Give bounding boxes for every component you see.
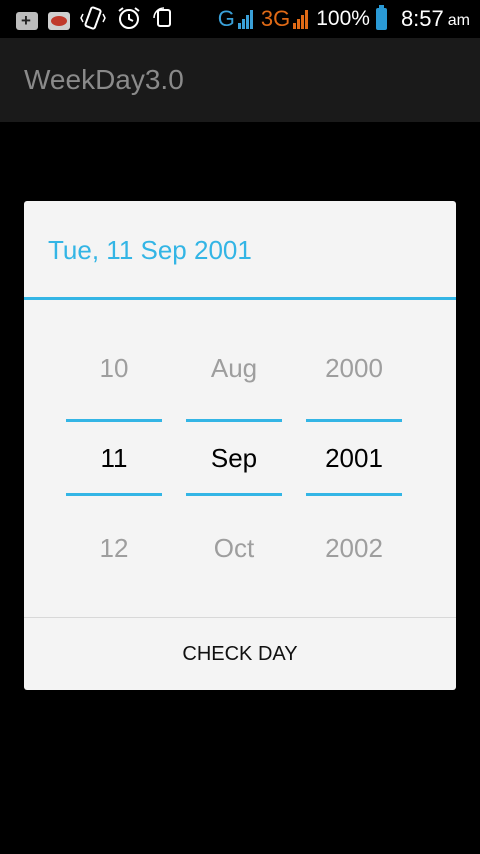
day-next[interactable]: 12 [66,533,162,564]
dialog-header: Tue, 11 Sep 2001 [24,201,456,300]
day-current[interactable]: 11 [66,443,162,474]
signal-icon [292,9,309,29]
status-left-icons: + [16,6,186,35]
network-3g-label: 3G [260,6,291,31]
status-bar: + G 3G 100% 8:57 am [0,0,480,38]
date-picker-dialog: Tue, 11 Sep 2001 10 11 12 Aug Sep Oct 20… [24,201,456,690]
signal-icon [237,9,253,29]
clock-time: 8:57 [400,6,444,31]
month-prev[interactable]: Aug [186,353,282,384]
rotate-icon [152,6,176,35]
notification-plus-icon: + [16,11,38,30]
year-next[interactable]: 2002 [306,533,402,564]
network-2g-label: G [217,6,235,31]
day-selection-top-line [66,419,162,422]
selected-date-title: Tue, 11 Sep 2001 [48,235,252,265]
year-prev[interactable]: 2000 [306,353,402,384]
month-next[interactable]: Oct [186,533,282,564]
clock-ampm: am [447,12,470,29]
month-selection-top-line [186,419,282,422]
year-selection-bottom-line [306,493,402,496]
day-prev[interactable]: 10 [66,353,162,384]
month-selection-bottom-line [186,493,282,496]
year-current[interactable]: 2001 [306,443,402,474]
app-title: WeekDay3.0 [24,64,184,95]
action-bar: WeekDay3.0 [0,38,480,122]
check-day-button[interactable]: CHECK DAY [24,618,456,690]
day-selection-bottom-line [66,493,162,496]
year-selection-top-line [306,419,402,422]
vibrate-icon [80,6,106,35]
status-right-icons: G 3G 100% 8:57 am [218,0,470,38]
alarm-icon [116,6,142,35]
month-current[interactable]: Sep [186,443,282,474]
battery-icon [375,5,387,30]
battery-percent: 100% [316,7,370,30]
lips-app-icon [48,11,70,30]
